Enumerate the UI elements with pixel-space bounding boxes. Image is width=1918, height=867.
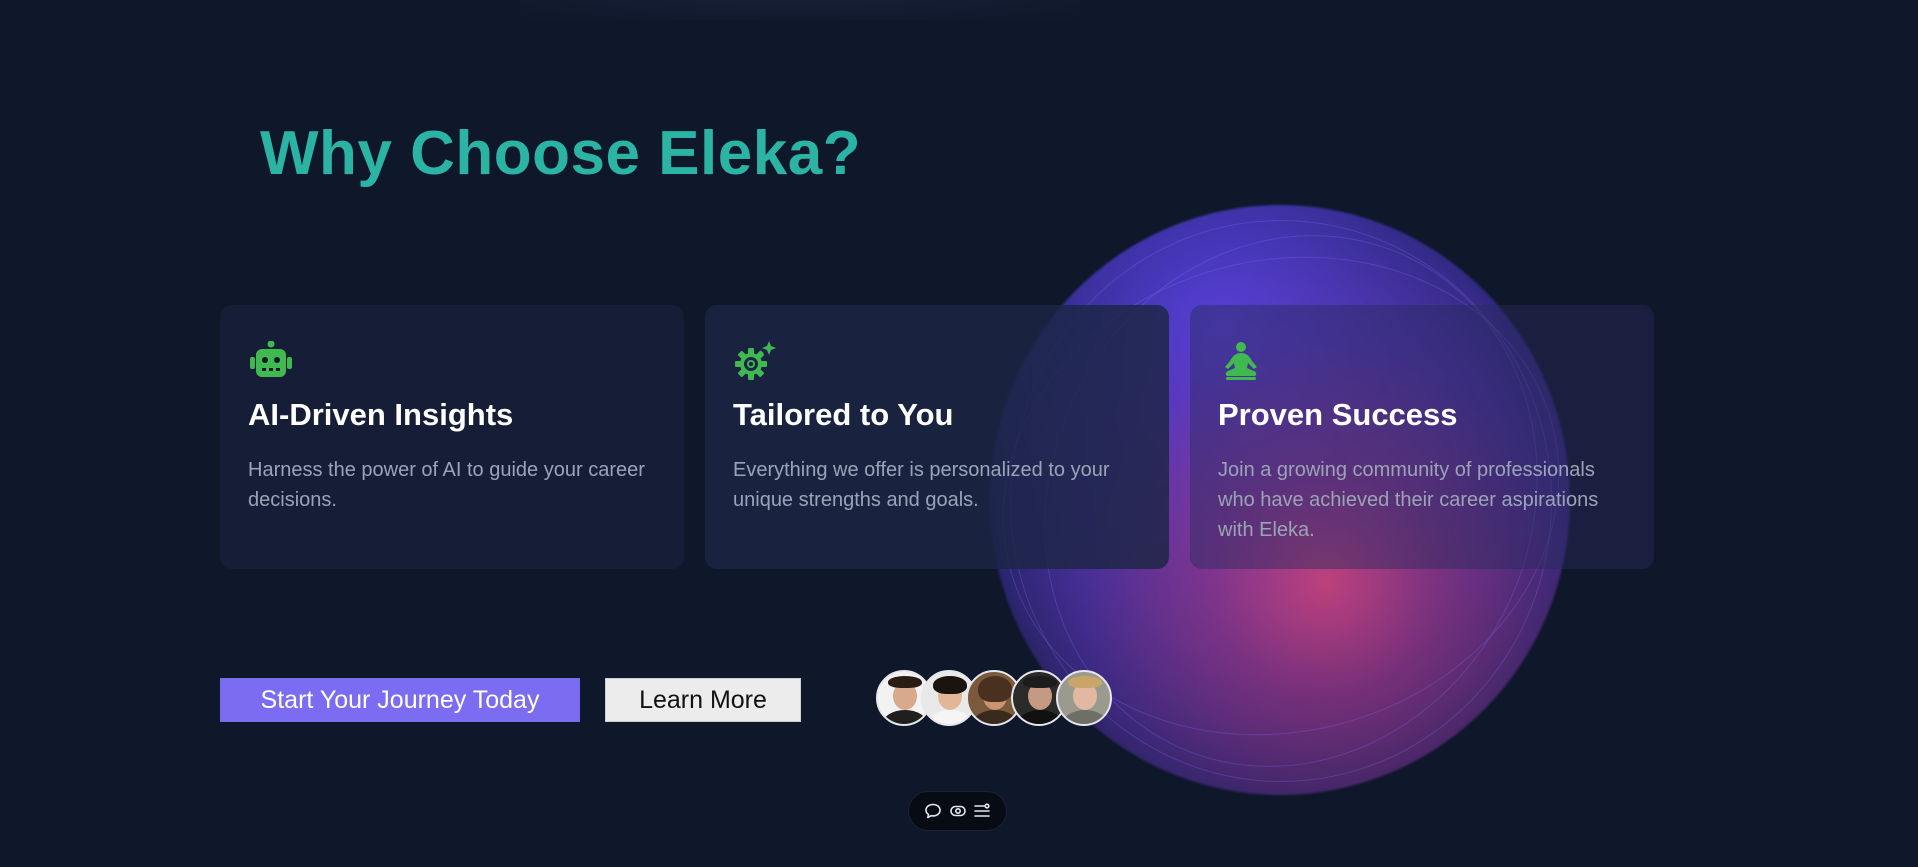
floating-toolbar: [908, 791, 1007, 831]
feature-card-tailored: Tailored to You Everything we offer is p…: [705, 305, 1169, 569]
feature-description: Join a growing community of professional…: [1218, 459, 1599, 541]
feature-card-ai-insights: AI-Driven Insights Harness the power of …: [220, 305, 684, 569]
start-journey-button[interactable]: Start Your Journey Today: [220, 678, 580, 722]
robot-icon: [248, 340, 294, 381]
settings-list-icon[interactable]: [973, 802, 991, 820]
feature-card-proven-success: Proven Success Join a growing community …: [1190, 305, 1654, 569]
avatar: [1056, 670, 1112, 726]
section-heading: Why Choose Eleka?: [260, 119, 862, 188]
top-glow: [520, 0, 1080, 20]
learn-more-button[interactable]: Learn More: [605, 678, 801, 722]
feature-title: Proven Success: [1218, 397, 1458, 432]
comment-icon[interactable]: [924, 802, 942, 820]
gear-sparkle-icon: [733, 341, 779, 381]
meditation-icon: [1218, 341, 1264, 381]
eye-icon[interactable]: [949, 802, 967, 820]
feature-description: Harness the power of AI to guide your ca…: [248, 459, 645, 511]
feature-description: Everything we offer is personalized to y…: [733, 459, 1110, 511]
feature-title: AI-Driven Insights: [248, 397, 514, 432]
feature-title: Tailored to You: [733, 397, 954, 432]
